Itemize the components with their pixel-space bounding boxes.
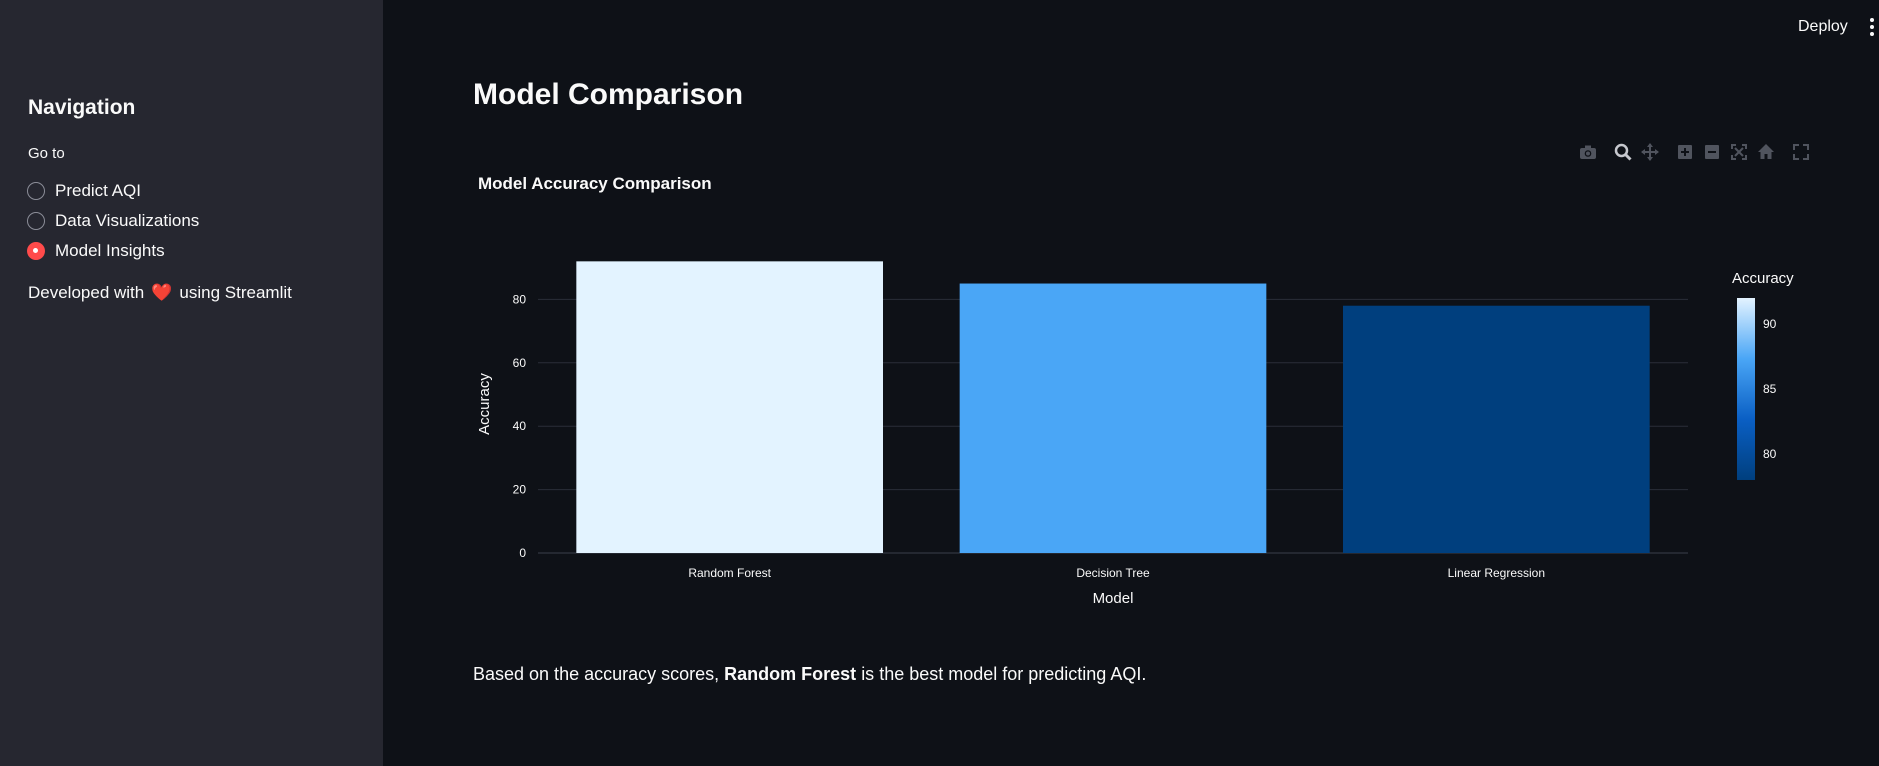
zoom-in-icon[interactable]: [1675, 142, 1695, 162]
main-menu-icon[interactable]: [1870, 18, 1876, 38]
y-axis-label: Accuracy: [476, 373, 493, 435]
goto-label: Go to: [28, 145, 65, 162]
autoscale-icon[interactable]: [1729, 142, 1749, 162]
radio-button-selected-icon[interactable]: [27, 242, 45, 260]
nav-option-label: Predict AQI: [55, 181, 141, 200]
radio-button-icon[interactable]: [27, 212, 45, 230]
nav-radio-group: Predict AQI Data Visualizations Model In…: [27, 176, 199, 266]
bar-decision-tree[interactable]: [959, 283, 1267, 553]
chart-modebar: [1578, 142, 1818, 162]
y-tick-label: 60: [513, 356, 527, 370]
deploy-button[interactable]: Deploy: [1790, 16, 1856, 38]
sidebar-footer: Developed with ❤️ using Streamlit: [28, 283, 292, 303]
nav-option-label: Model Insights: [55, 241, 165, 260]
colorbar: [1737, 298, 1755, 480]
footer-suffix: using Streamlit: [179, 283, 292, 302]
camera-icon[interactable]: [1578, 142, 1598, 162]
y-tick-label: 80: [513, 292, 527, 306]
colorbar-title: Accuracy: [1732, 270, 1794, 287]
nav-option-model-insights[interactable]: Model Insights: [27, 236, 199, 266]
sidebar: Navigation Go to Predict AQI Data Visual…: [0, 0, 383, 766]
summary-best-model: Random Forest: [724, 664, 857, 684]
y-tick-label: 20: [513, 483, 527, 497]
chart-title: Model Accuracy Comparison: [478, 174, 712, 193]
summary-text: Based on the accuracy scores, Random For…: [473, 664, 1146, 685]
reset-axes-icon[interactable]: [1756, 142, 1776, 162]
x-tick-label: Linear Regression: [1448, 566, 1545, 580]
accuracy-chart: Model Accuracy Comparison 0 20 40 60 80 Rand…: [470, 165, 1830, 615]
x-tick-label: Random Forest: [688, 566, 771, 580]
sidebar-title: Navigation: [28, 96, 136, 119]
y-tick-label: 0: [519, 546, 526, 560]
accuracy-bar-chart-svg: Model Accuracy Comparison 0 20 40 60 80 Rand…: [476, 174, 1794, 607]
x-axis-label: Model: [1093, 590, 1134, 607]
summary-suffix: is the best model for predicting AQI.: [861, 664, 1147, 684]
summary-prefix: Based on the accuracy scores,: [473, 664, 720, 684]
bar-random-forest[interactable]: [576, 261, 883, 553]
heart-icon: ❤️: [151, 283, 173, 302]
colorbar-tick-label: 85: [1763, 382, 1777, 396]
zoom-out-icon[interactable]: [1702, 142, 1722, 162]
pan-icon[interactable]: [1640, 142, 1660, 162]
x-tick-label: Decision Tree: [1076, 566, 1150, 580]
app-root: Navigation Go to Predict AQI Data Visual…: [0, 0, 1879, 766]
y-tick-label: 40: [513, 419, 527, 433]
colorbar-tick-label: 80: [1763, 447, 1777, 461]
zoom-icon[interactable]: [1613, 142, 1633, 162]
nav-option-label: Data Visualizations: [55, 211, 200, 230]
fullscreen-icon[interactable]: [1791, 142, 1811, 162]
radio-button-icon[interactable]: [27, 182, 45, 200]
footer-prefix: Developed with: [28, 283, 145, 302]
nav-option-predict-aqi[interactable]: Predict AQI: [27, 176, 199, 206]
page-title: Model Comparison: [473, 78, 744, 111]
colorbar-tick-label: 90: [1763, 317, 1777, 331]
nav-option-data-visualizations[interactable]: Data Visualizations: [27, 206, 199, 236]
bar-linear-regression[interactable]: [1343, 305, 1650, 553]
